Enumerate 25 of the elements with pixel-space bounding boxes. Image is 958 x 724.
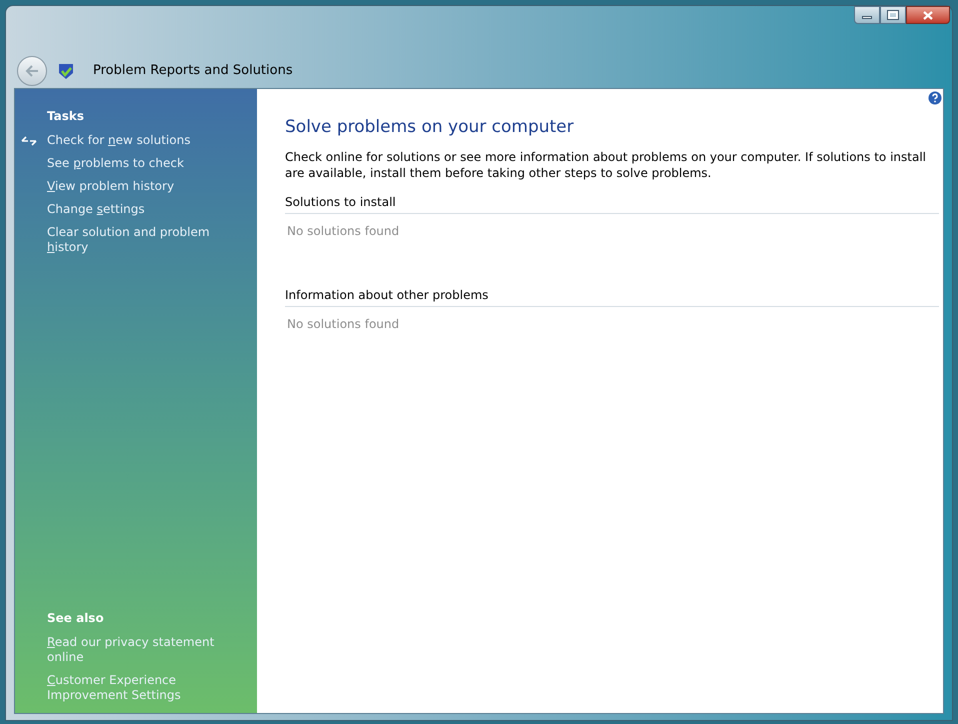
maximize-button[interactable] [880, 6, 906, 24]
minimize-button[interactable] [854, 6, 880, 24]
refresh-arrows-icon [21, 135, 37, 147]
window-title: Problem Reports and Solutions [93, 62, 293, 80]
empty-message: No solutions found [286, 222, 400, 240]
sidebar-heading: Tasks [46, 108, 86, 125]
sidebar-link[interactable]: Read our privacy statement online [47, 635, 237, 665]
sidebar-link[interactable]: View problem history [47, 179, 237, 194]
section-heading: Information about other problems [285, 286, 490, 304]
help-icon[interactable] [928, 91, 942, 105]
page-title: Solve problems on your computer [285, 116, 575, 139]
sidebar-link[interactable]: Clear solution and problem history [47, 225, 237, 255]
sidebar-link[interactable]: Customer Experience Improvement Settings [47, 673, 237, 703]
sidebar-link[interactable]: See problems to check [47, 156, 237, 171]
sidebar-link[interactable]: Change settings [47, 202, 237, 217]
empty-message: No solutions found [286, 316, 400, 332]
description-text: Check online for solutions or see more information about problems on your computer. If solutions to install are available, install them before taking other steps to solve problems. [285, 148, 927, 180]
sidebar-heading: See also [46, 610, 105, 627]
section-heading: Solutions to install [285, 194, 397, 210]
back-button[interactable] [17, 56, 47, 86]
close-icon [923, 10, 933, 20]
close-button[interactable] [906, 6, 950, 24]
flag-icon [57, 62, 75, 80]
back-arrow-icon [25, 65, 39, 77]
sidebar-link[interactable]: Check for new solutions [47, 133, 237, 148]
